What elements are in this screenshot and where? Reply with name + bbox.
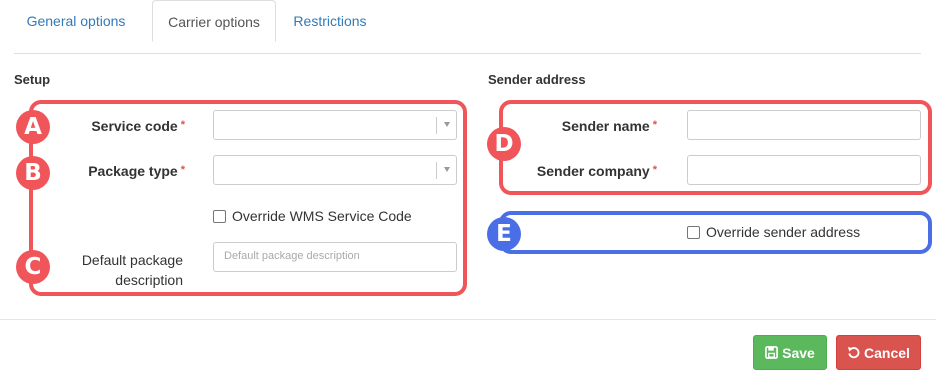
sender-section-title: Sender address [488, 72, 586, 87]
select-separator [436, 117, 437, 134]
tab-bar [14, 12, 921, 54]
required-mark: * [652, 164, 657, 176]
sender-company-label: Sender company * [510, 163, 657, 179]
override-sender-label: Override sender address [706, 224, 861, 240]
sender-name-input[interactable] [687, 110, 921, 140]
tab-carrier-options[interactable]: Carrier options [152, 0, 276, 42]
dropdown-caret-icon [444, 122, 450, 127]
required-mark: * [180, 119, 185, 131]
select-separator [436, 162, 437, 179]
cancel-button[interactable]: Cancel [836, 335, 921, 370]
sender-company-label-text: Sender company [536, 163, 650, 179]
footer-divider [0, 319, 936, 320]
floppy-icon [765, 346, 779, 359]
setup-section-title: Setup [14, 72, 51, 87]
required-mark: * [180, 164, 185, 176]
default-package-label-line2: description [115, 272, 183, 288]
undo-icon [847, 346, 860, 359]
override-sender-row[interactable]: Override sender address [687, 224, 860, 240]
required-mark: * [652, 119, 657, 131]
tab-restrictions[interactable]: Restrictions [280, 0, 380, 42]
package-type-label-text: Package type [88, 163, 178, 179]
dropdown-caret-icon [444, 167, 450, 172]
service-code-label: Service code * [40, 118, 185, 134]
package-type-label: Package type * [40, 163, 185, 179]
cancel-button-label: Cancel [864, 344, 910, 361]
service-code-select[interactable] [213, 110, 457, 140]
marker-e: E [487, 217, 521, 251]
default-package-description-input[interactable]: Default package description [213, 242, 457, 272]
package-type-select[interactable] [213, 155, 457, 185]
sender-name-label: Sender name * [510, 118, 657, 134]
default-package-label: Default package description [40, 250, 183, 290]
save-button[interactable]: Save [753, 335, 827, 370]
service-code-label-text: Service code [91, 118, 178, 134]
override-wms-checkbox[interactable] [213, 209, 226, 223]
save-button-label: Save [782, 344, 815, 361]
tab-general-options[interactable]: General options [14, 0, 138, 42]
sender-name-label-text: Sender name [561, 118, 650, 134]
override-wms-label: Override WMS Service Code [232, 208, 412, 224]
default-package-label-line1: Default package [81, 252, 183, 268]
sender-company-input[interactable] [687, 155, 921, 185]
override-wms-row[interactable]: Override WMS Service Code [213, 208, 412, 224]
override-sender-checkbox[interactable] [687, 225, 700, 239]
